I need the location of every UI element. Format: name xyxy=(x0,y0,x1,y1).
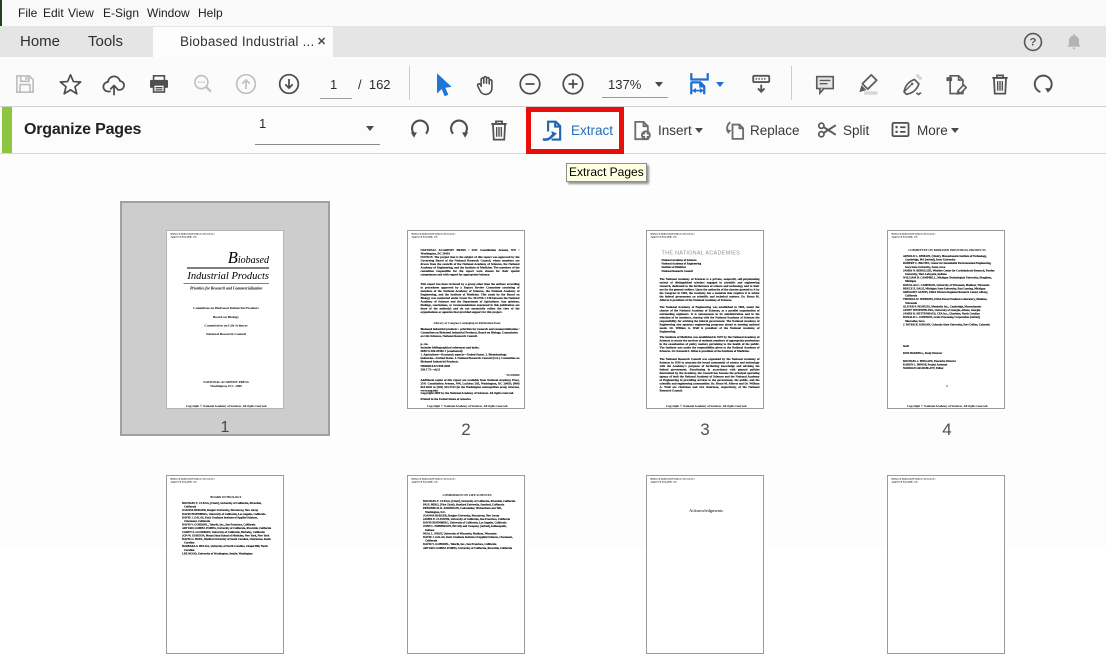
svg-text:?: ? xyxy=(1030,37,1037,49)
